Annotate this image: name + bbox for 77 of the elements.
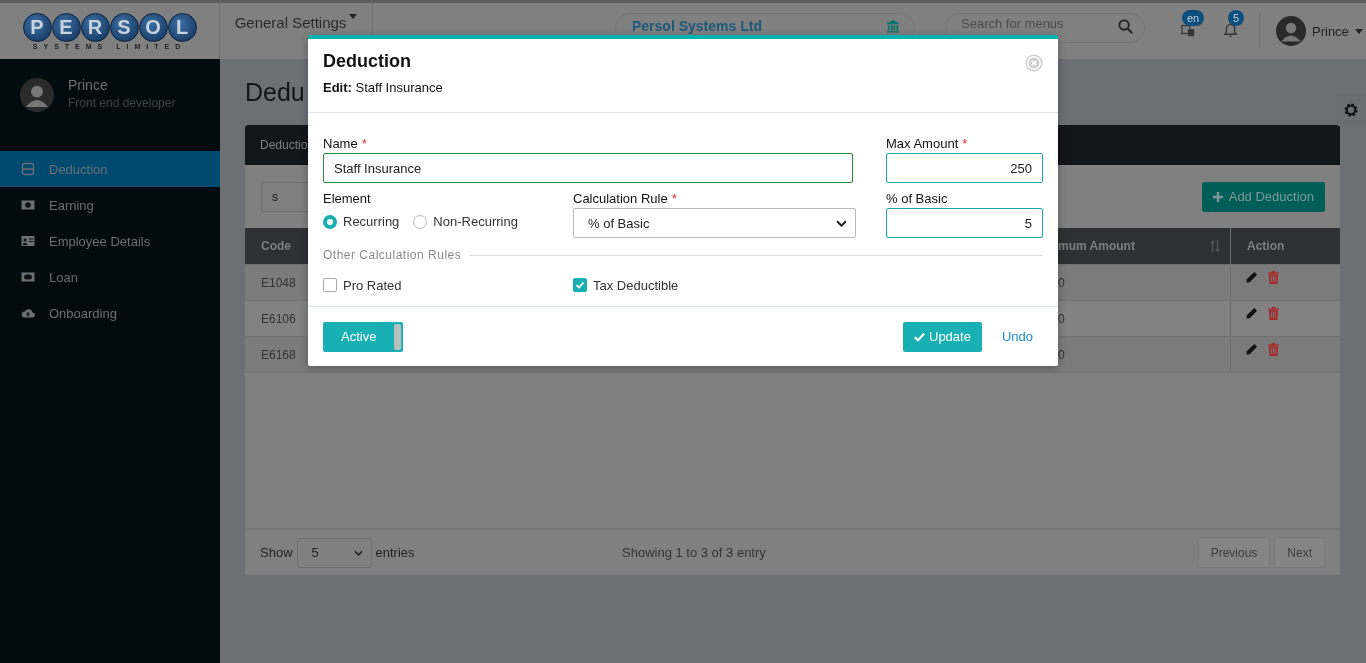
undo-link[interactable]: Undo [1001,329,1033,344]
chevron-down-icon [836,219,847,227]
entries-label: entries [375,545,415,560]
checkbox-option[interactable]: Pro Rated [323,277,573,293]
field-label: Name [323,136,358,152]
pencil-icon [1245,343,1258,356]
money-icon [21,198,35,212]
radio-option[interactable]: Non-Recurring [413,214,518,229]
filter-field[interactable]: s [261,181,308,212]
checkbox-option[interactable]: Tax Deductible [573,277,823,293]
field-label: Calculation Rule [573,191,668,207]
required-mark: * [361,136,367,152]
bank-icon [886,19,900,33]
radio-option[interactable]: Recurring [323,214,400,229]
edit-button[interactable] [1245,343,1258,356]
column-header[interactable]: Code [245,228,308,264]
table-cell-text: E6106 [260,310,297,328]
update-button[interactable]: Update [903,321,982,352]
show-label: Show [260,545,293,560]
status-toggle[interactable]: Active [323,321,403,352]
check-icon [575,280,585,290]
trash-icon [1268,343,1279,356]
caret-icon [1354,28,1363,34]
sidebar-item[interactable]: Loan [0,259,220,295]
pencil-icon [1245,271,1258,284]
notification-badge: 5 [1228,10,1245,26]
minus-square-icon [21,162,35,176]
column-header[interactable]: Action [1230,228,1340,264]
table-cell-text: E1048 [260,274,297,292]
name-field[interactable]: Staff Insurance [323,153,853,183]
page-heading: Dedu [245,77,305,107]
calculation-rule-select[interactable]: % of Basic [573,208,856,238]
field-label: Element [323,191,372,207]
language-badge: en [1182,10,1205,26]
max-amount-field[interactable]: 250 [886,153,1043,183]
column-header[interactable]: mum Amount [1058,228,1230,264]
caret-icon [349,14,358,19]
percent-field[interactable]: 5 [886,208,1043,238]
id-card-icon [21,234,35,248]
sidebar-item[interactable]: Employee Details [0,223,220,259]
close-icon [1025,54,1043,72]
table-cell-text: 0 [1058,274,1066,292]
avatar-icon [20,78,54,112]
field-label: % of Basic [886,191,948,207]
add-deduction-button[interactable]: Add Deduction [1201,181,1325,212]
table-cell-text: E6168 [260,346,297,364]
user-name: Prince [68,77,109,93]
avatar-icon [1276,16,1306,46]
user-role: Front end developer [68,96,176,110]
dialog-subtitle: Edit: Staff Insurance [323,80,443,95]
page-size-select[interactable]: 5 [296,537,372,568]
table-cell-text: 0 [1058,310,1066,328]
money-icon [21,270,35,284]
sidebar-item[interactable]: Earning [0,187,220,223]
settings-icon [1343,101,1359,118]
translate-icon [1181,23,1195,37]
sidebar-item[interactable]: Onboarding [0,295,220,331]
search-icon [1118,19,1133,34]
trash-icon [1268,307,1279,320]
field-label: Max Amount [886,136,959,152]
user-menu[interactable]: Prince [1276,16,1363,46]
required-mark: * [962,136,968,152]
check-icon [914,331,925,342]
chevron-down-icon [353,549,363,556]
trash-icon [1268,271,1279,284]
cloud-upload-icon [21,306,35,320]
entries-summary: Showing 1 to 3 of 3 entry [622,545,767,560]
company-name: Persol Systems Ltd [632,19,762,34]
required-mark: * [671,191,677,207]
card-title: Deductio [260,138,308,152]
section-label: Other Calculation Rules [323,248,462,262]
bell-icon [1223,23,1238,38]
edit-button[interactable] [1245,307,1258,320]
pencil-icon [1245,307,1258,320]
plus-icon [1212,191,1223,202]
edit-button[interactable] [1245,271,1258,284]
table-cell-text: 0 [1058,346,1066,364]
